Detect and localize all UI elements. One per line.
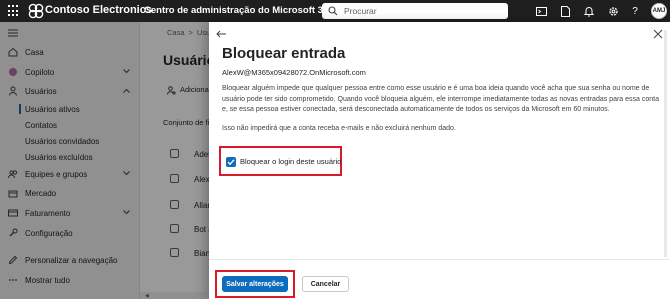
top-bar: Contoso Electronics Centro de administra…: [0, 0, 670, 22]
user-email: AlexW@M365x09428072.OnMicrosoft.com: [222, 68, 366, 77]
panel-note: Isso não impedirá que a conta receba e-m…: [222, 125, 456, 132]
help-icon[interactable]: ?: [629, 5, 641, 17]
close-icon[interactable]: [652, 28, 664, 40]
bell-icon[interactable]: [583, 5, 595, 17]
gear-icon[interactable]: [607, 5, 619, 17]
app-launcher-icon[interactable]: [8, 5, 20, 17]
admin-center-title[interactable]: Centro de administração do Microsoft 365: [144, 5, 334, 16]
save-changes-button[interactable]: Salvar alterações: [222, 276, 288, 292]
footer-divider: [209, 259, 670, 260]
panel-description: Bloquear alguém impede que qualquer pess…: [222, 85, 659, 113]
panel-scrollbar[interactable]: [664, 30, 667, 257]
block-signin-panel: Bloquear entrada AlexW@M365x09428072.OnM…: [209, 22, 670, 299]
checkmark-icon: [227, 159, 235, 166]
contoso-logo-icon: [28, 3, 44, 19]
panel-title: Bloquear entrada: [222, 45, 346, 62]
search-box[interactable]: Procurar: [322, 3, 508, 19]
search-icon: [328, 6, 338, 16]
block-signin-checkbox-label[interactable]: Bloquear o login deste usuário: [240, 157, 341, 166]
brand-name[interactable]: Contoso Electronics: [45, 4, 152, 16]
cancel-button[interactable]: Cancelar: [302, 276, 349, 292]
highlight-frame: Salvar alterações: [215, 270, 295, 298]
document-icon[interactable]: [559, 5, 571, 17]
avatar[interactable]: AMJ: [651, 3, 667, 19]
modal-overlay[interactable]: [0, 22, 209, 299]
search-placeholder: Procurar: [344, 6, 377, 16]
back-arrow-icon[interactable]: [215, 28, 227, 40]
block-signin-checkbox[interactable]: [226, 157, 236, 167]
highlight-frame: Bloquear o login deste usuário: [219, 146, 342, 176]
terminal-icon[interactable]: [535, 5, 547, 17]
